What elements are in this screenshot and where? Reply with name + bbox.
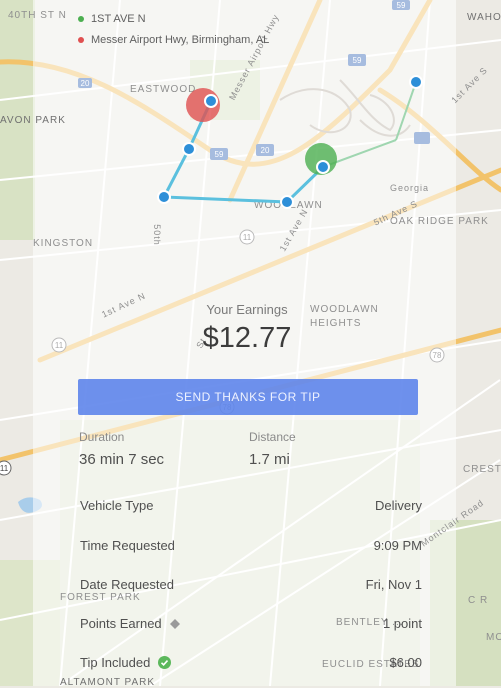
detail-label: Vehicle Type: [80, 498, 154, 513]
map-label-woodlawn: WOODLAWN: [254, 200, 323, 211]
detail-label: Time Requested: [80, 538, 175, 553]
detail-row-date-requested: Date Requested Fri, Nov 1: [80, 577, 422, 592]
detail-row-vehicle-type: Vehicle Type Delivery: [80, 498, 422, 513]
map-label-crest: CREST: [463, 464, 501, 475]
distance-stat: Distance 1.7 mi: [249, 430, 296, 468]
diamond-icon: [169, 618, 180, 629]
detail-value: Fri, Nov 1: [365, 577, 422, 592]
earnings-label: Your Earnings: [206, 302, 288, 317]
svg-text:11: 11: [0, 464, 9, 473]
map-label-cr: C R: [468, 595, 489, 606]
detail-value: 1 point: [382, 616, 422, 631]
duration-value: 36 min 7 sec: [79, 451, 165, 468]
detail-label: Points Earned: [80, 616, 162, 631]
detail-row-time-requested: Time Requested 9:09 PM: [80, 538, 422, 553]
detail-row-points-earned: Points Earned 1 point: [80, 616, 422, 631]
route-legend: 1ST AVE N Messer Airport Hwy, Birmingham…: [78, 8, 269, 50]
map-label-wahoo: WAHOO: [467, 12, 501, 23]
detail-label-wrap: Points Earned: [80, 616, 180, 631]
detail-value: 9:09 PM: [373, 538, 422, 553]
distance-value: 1.7 mi: [249, 451, 290, 468]
map-label-mo: MO: [486, 632, 501, 643]
legend-dropoff-label: Messer Airport Hwy, Birmingham, AL: [91, 33, 270, 46]
map-label-georgia: Georgia: [390, 183, 430, 193]
detail-label: Date Requested: [80, 577, 174, 592]
detail-label: Tip Included: [80, 655, 151, 670]
legend-pickup-label: 1ST AVE N: [91, 12, 146, 25]
map-label-50th: 50th: [151, 224, 162, 246]
legend-pickup: 1ST AVE N: [78, 8, 269, 29]
map-label-eastwood: EASTWOOD: [130, 84, 197, 95]
detail-label-wrap: Tip Included: [80, 655, 172, 670]
distance-label: Distance: [249, 430, 296, 444]
map-label-oak-ridge-park: OAK RIDGE PARK: [390, 216, 489, 227]
duration-label: Duration: [79, 430, 125, 444]
check-circle-icon: [158, 656, 172, 669]
earnings-value: $12.77: [202, 322, 292, 354]
map-label-forest-park: FOREST PARK: [60, 592, 141, 603]
map-label-kingston: KINGSTON: [33, 238, 94, 249]
legend-dropoff: Messer Airport Hwy, Birmingham, AL: [78, 29, 269, 50]
map-label-40th-st: 40th St N: [8, 10, 67, 21]
map-label-avon-park: AVON PARK: [0, 115, 66, 126]
send-thanks-button[interactable]: SEND THANKS FOR TIP: [78, 379, 418, 415]
map-label-altamont-park: ALTAMONT PARK: [60, 677, 156, 688]
detail-value: Delivery: [375, 498, 422, 513]
dropoff-dot-icon: [78, 36, 84, 43]
pickup-dot-icon: [78, 15, 84, 22]
duration-stat: Duration 36 min 7 sec: [79, 430, 164, 468]
detail-value: $6.00: [389, 655, 422, 670]
detail-row-tip-included: Tip Included $6.00: [80, 655, 422, 670]
